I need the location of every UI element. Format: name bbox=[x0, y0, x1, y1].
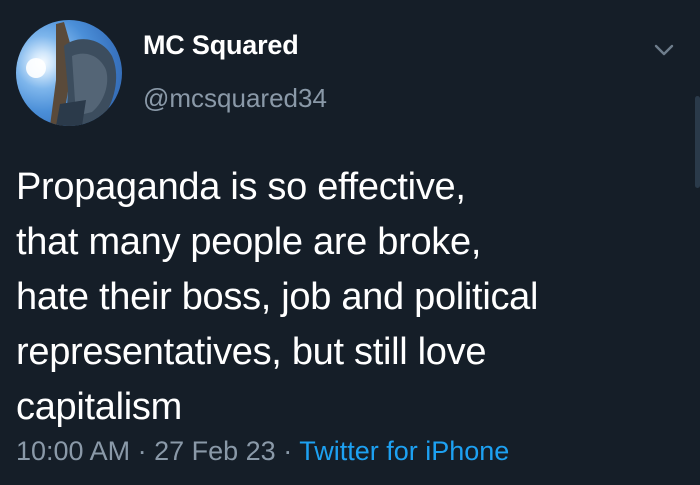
tweet-text-line: representatives, but still love bbox=[16, 331, 487, 373]
avatar[interactable] bbox=[16, 20, 122, 126]
separator-dot: · bbox=[137, 436, 147, 466]
tweet-metadata: 10:00 AM · 27 Feb 23 · Twitter for iPhon… bbox=[16, 436, 509, 467]
tweet-text-line: hate their boss, job and political bbox=[16, 276, 539, 318]
tweet-text-line: that many people are broke, bbox=[16, 221, 482, 263]
tweet-text-line: Propaganda is so effective, bbox=[16, 166, 466, 208]
scrollbar[interactable] bbox=[695, 96, 700, 188]
tweet-source-link[interactable]: Twitter for iPhone bbox=[299, 436, 509, 466]
tweet-date[interactable]: 27 Feb 23 bbox=[154, 436, 276, 466]
author-display-name[interactable]: MC Squared bbox=[143, 30, 299, 61]
chevron-down-icon[interactable] bbox=[652, 38, 676, 62]
tweet-time[interactable]: 10:00 AM bbox=[16, 436, 130, 466]
avatar-photo-icon bbox=[26, 22, 117, 126]
tweet-text: Propaganda is so effective, that many pe… bbox=[16, 160, 676, 435]
separator-dot: · bbox=[283, 436, 293, 466]
tweet-text-line: capitalism bbox=[16, 386, 182, 428]
tweet-card: MC Squared @mcsquared34 Propaganda is so… bbox=[0, 0, 700, 485]
author-handle[interactable]: @mcsquared34 bbox=[143, 83, 327, 114]
